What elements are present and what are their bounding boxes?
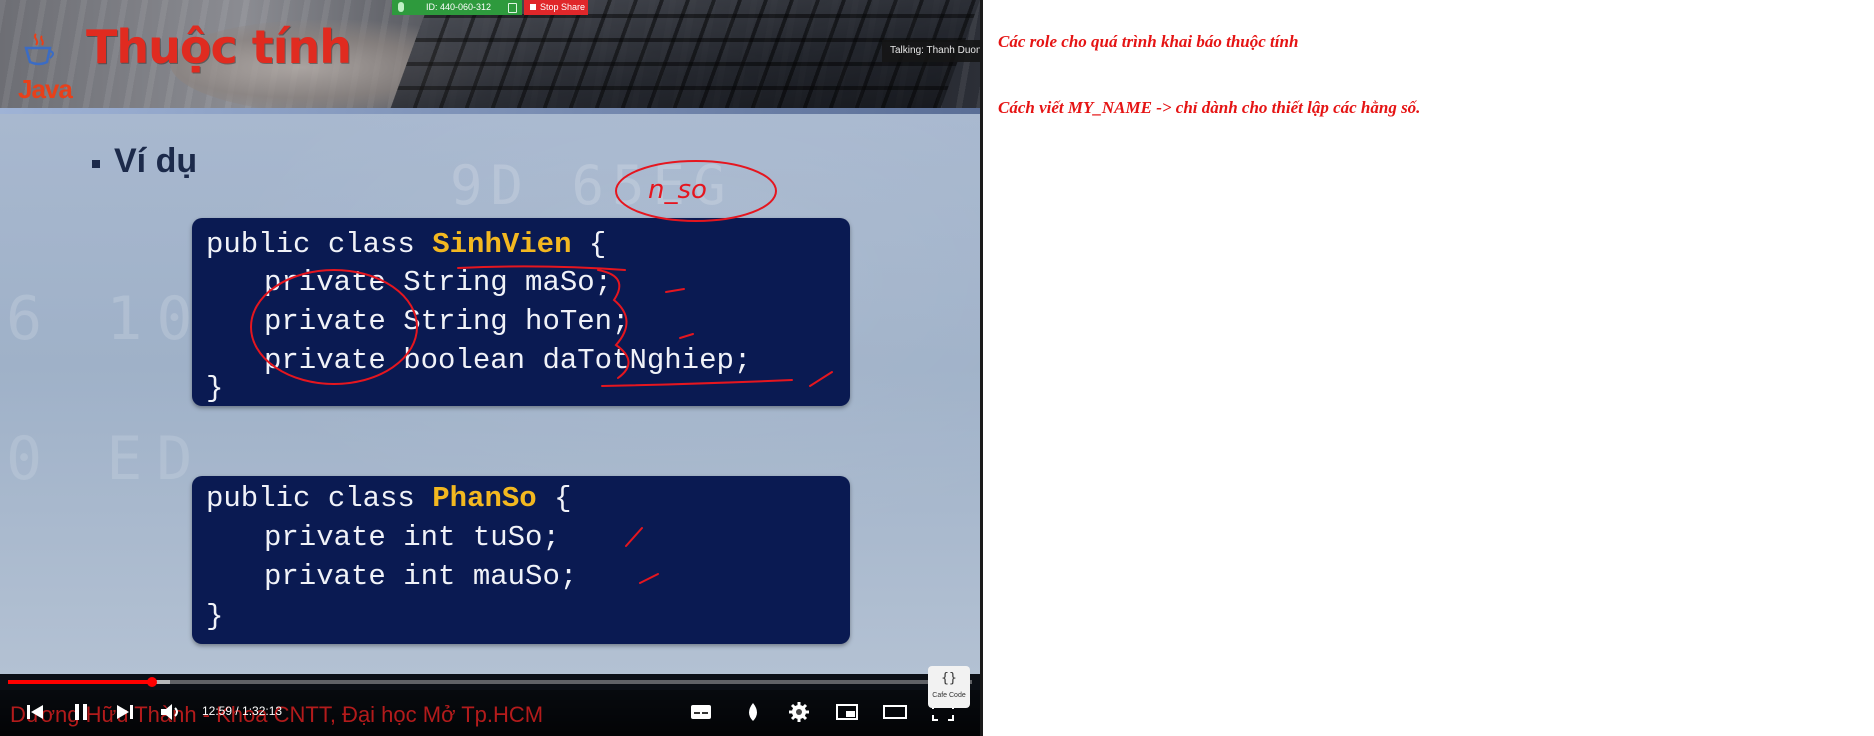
theater-icon[interactable] bbox=[882, 700, 908, 724]
java-logo: Java bbox=[8, 4, 74, 104]
bullet-marker bbox=[92, 160, 100, 168]
slide-title: Thuộc tính bbox=[86, 20, 352, 74]
talking-indicator: Talking: Thanh Duong bbox=[882, 40, 980, 62]
background-watermark: 9D 65EG bbox=[450, 154, 734, 217]
java-cup-icon bbox=[24, 33, 54, 66]
code-line: private int tuSo; bbox=[264, 521, 560, 554]
code-line: private int mauSo; bbox=[264, 560, 578, 593]
code-line: } bbox=[206, 372, 224, 405]
mic-icon bbox=[398, 2, 404, 12]
player-controls: Dương Hữu Thành - Khoa CNTT, Đại học Mở … bbox=[0, 690, 980, 736]
channel-logo-text: Cafe Code bbox=[932, 692, 966, 699]
code-block-sinhvien: public class SinhVien { private String m… bbox=[192, 218, 850, 406]
stop-share-button[interactable]: Stop Share bbox=[524, 0, 588, 15]
stop-share-label: Stop Share bbox=[540, 2, 586, 12]
time-total: 1:32:13 bbox=[242, 704, 283, 718]
miniplayer-icon[interactable] bbox=[834, 700, 860, 724]
stop-icon bbox=[530, 4, 536, 10]
volume-icon[interactable] bbox=[158, 700, 184, 724]
code-line: private String maSo; bbox=[264, 266, 613, 299]
progress-played bbox=[8, 680, 152, 684]
code-line: public class SinhVien { bbox=[206, 228, 606, 262]
settings-icon[interactable] bbox=[786, 700, 812, 724]
code-line: private String hoTen; bbox=[264, 305, 630, 338]
next-icon[interactable] bbox=[112, 700, 138, 724]
progress-scrubber[interactable] bbox=[146, 677, 157, 687]
class-name: SinhVien bbox=[432, 228, 572, 261]
code-braces-icon: {} bbox=[941, 671, 957, 686]
code-block-phanso: public class PhanSo { private int tuSo; … bbox=[192, 476, 850, 644]
previous-icon[interactable] bbox=[22, 700, 48, 724]
note-line: Cách viết MY_NAME -> chỉ dành cho thiết … bbox=[998, 98, 1421, 117]
meeting-id-label: ID: 440-060-312 bbox=[426, 2, 492, 12]
contrast-icon[interactable] bbox=[740, 700, 766, 724]
video-player[interactable]: Java Thuộc tính ID: 440-060-312 Stop Sha… bbox=[0, 0, 980, 736]
code-line: private boolean daTotNghiep; bbox=[264, 344, 752, 377]
class-name: PhanSo bbox=[432, 482, 537, 515]
code-text: { bbox=[536, 482, 572, 515]
time-current: 12:59 bbox=[202, 704, 233, 718]
panel-divider bbox=[980, 0, 983, 736]
code-text: { bbox=[571, 228, 607, 261]
channel-logo: {} Cafe Code bbox=[928, 666, 970, 708]
subtitles-icon[interactable] bbox=[688, 700, 714, 724]
time-display: 12:59 / 1:32:13 bbox=[202, 704, 282, 718]
slide-header: Java Thuộc tính ID: 440-060-312 Stop Sha… bbox=[0, 0, 980, 115]
code-text: public class bbox=[206, 482, 433, 515]
pause-icon[interactable] bbox=[68, 700, 94, 724]
code-line: public class PhanSo { bbox=[206, 482, 571, 516]
lock-icon bbox=[508, 3, 517, 13]
code-line: } bbox=[206, 600, 224, 633]
background-watermark: 0 ED bbox=[6, 424, 207, 494]
meeting-id-badge[interactable]: ID: 440-060-312 bbox=[392, 0, 522, 15]
code-text: public class bbox=[206, 228, 433, 261]
slide-bullet-heading: Ví dụ bbox=[114, 142, 198, 180]
note-line: Các role cho quá trình khai báo thuộc tí… bbox=[998, 32, 1299, 51]
slide-body: 9D 65EG 6 101 0 ED Ví dụ public class Si… bbox=[0, 114, 980, 674]
java-logo-text: Java bbox=[18, 74, 73, 104]
time-separator: / bbox=[232, 704, 243, 718]
